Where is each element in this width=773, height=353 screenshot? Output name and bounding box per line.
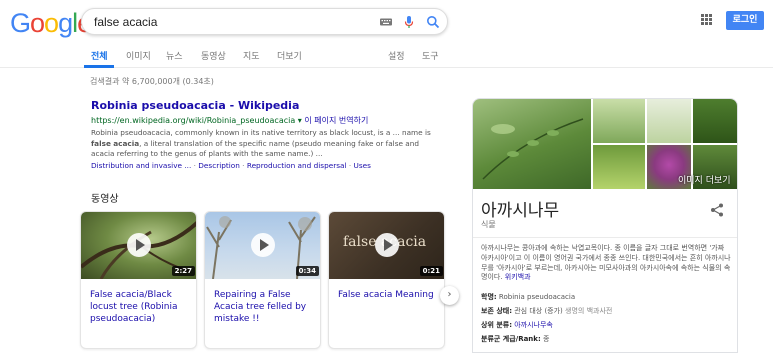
- video-card[interactable]: 0:34 Repairing a False Acacia tree felle…: [204, 211, 321, 349]
- fact-label: 보존 상태:: [481, 307, 512, 315]
- share-icon[interactable]: [709, 202, 725, 218]
- google-logo[interactable]: Google: [10, 8, 92, 39]
- video-thumbnail[interactable]: false acacia 0:21: [329, 212, 444, 279]
- video-card[interactable]: false acacia 0:21 False acacia Meaning: [328, 211, 445, 349]
- url-dropdown-icon[interactable]: ▾: [298, 116, 302, 125]
- tab-videos[interactable]: 동영상: [201, 49, 226, 62]
- result-url-text: https://en.wikipedia.org/wiki/Robinia_ps…: [91, 116, 296, 125]
- logo-letter: o: [30, 8, 45, 38]
- translate-page-link[interactable]: 이 페이지 번역하기: [304, 116, 368, 125]
- search-input[interactable]: false acacia: [94, 15, 157, 29]
- fact-label: 학명:: [481, 293, 497, 301]
- search-result: Robinia pseudoacacia - Wikipedia https:/…: [91, 98, 431, 170]
- apps-grid-icon[interactable]: [701, 14, 712, 25]
- sitelink[interactable]: Reproduction and dispersal: [247, 161, 347, 170]
- kp-description: 아까시나무는 콩아과에 속하는 낙엽교목이다. 종 이름을 글자 그대로 번역하…: [481, 244, 731, 283]
- sitelink-separator: ·: [242, 160, 245, 170]
- videos-heading: 동영상: [91, 194, 119, 205]
- logo-letter: g: [58, 8, 73, 38]
- kp-thumb-image[interactable]: [593, 145, 645, 189]
- fact-label: 분류군 계급/Rank:: [481, 335, 541, 343]
- login-button[interactable]: 로그인: [726, 11, 764, 30]
- more-images-link[interactable]: 이미지 더보기: [678, 173, 731, 186]
- fact-value: 종: [542, 335, 550, 343]
- result-snippet: Robinia pseudoacacia, commonly known in …: [91, 128, 431, 160]
- knowledge-panel: 이미지 더보기 아까시나무 식물 아까시나무는 콩아과에 속하는 낙엽교목이다.…: [472, 98, 738, 353]
- kp-thumb-image[interactable]: [693, 99, 737, 143]
- video-thumbnail[interactable]: 2:27: [81, 212, 196, 279]
- video-title[interactable]: False acacia/Black locust tree (Robinia …: [90, 289, 192, 325]
- top-bar: Google false acacia 로그인 전체 이미지 뉴스 동영상 지도…: [0, 0, 773, 68]
- play-icon[interactable]: [251, 233, 275, 257]
- search-tabs: 전체 이미지 뉴스 동영상 지도 더보기 설정 도구: [0, 44, 773, 68]
- acacia-leaves-image: [482, 118, 584, 180]
- active-tab-indicator: [84, 65, 114, 68]
- microphone-icon[interactable]: [402, 15, 416, 29]
- sitelink[interactable]: Description: [198, 161, 240, 170]
- kp-fact-row: 상위 분류: 아까시나무속: [481, 320, 553, 330]
- video-card[interactable]: 2:27 False acacia/Black locust tree (Rob…: [80, 211, 197, 349]
- video-duration: 2:27: [171, 266, 195, 276]
- wikipedia-link[interactable]: 위키백과: [505, 273, 531, 281]
- result-url: https://en.wikipedia.org/wiki/Robinia_ps…: [91, 115, 431, 126]
- kp-fact-row: 학명: Robinia pseudoacacia: [481, 292, 575, 302]
- result-sitelinks: Distribution and invasive ... · Descript…: [91, 161, 431, 170]
- logo-letter: G: [10, 8, 31, 38]
- video-title[interactable]: False acacia Meaning: [338, 289, 440, 301]
- result-title-link[interactable]: Robinia pseudoacacia - Wikipedia: [91, 99, 299, 112]
- tab-settings[interactable]: 설정: [388, 49, 405, 62]
- search-box[interactable]: false acacia: [81, 8, 448, 35]
- play-icon[interactable]: [127, 233, 151, 257]
- kp-title: 아까시나무: [481, 201, 560, 221]
- tab-images[interactable]: 이미지: [126, 49, 151, 62]
- kp-thumb-image[interactable]: [593, 99, 645, 143]
- tab-maps[interactable]: 지도: [243, 49, 260, 62]
- search-icon[interactable]: [426, 15, 440, 29]
- tab-all[interactable]: 전체: [91, 49, 108, 62]
- video-title[interactable]: Repairing a False Acacia tree felled by …: [214, 289, 316, 325]
- kp-fact-row: 보존 상태: 관심 대상 (증가) 생명의 백과사전: [481, 306, 612, 316]
- snippet-text: , a literal translation of the specific …: [91, 138, 420, 159]
- sitelink[interactable]: Uses: [353, 161, 370, 170]
- video-duration: 0:21: [419, 266, 443, 276]
- kp-subtitle: 식물: [481, 220, 496, 229]
- fact-value: 관심 대상 (증가): [514, 307, 563, 315]
- fact-label: 상위 분류:: [481, 321, 512, 329]
- logo-letter: o: [44, 8, 59, 38]
- fact-value-link[interactable]: 아까시나무속: [514, 321, 553, 329]
- snippet-bold: false: [91, 138, 111, 148]
- video-thumbnail[interactable]: 0:34: [205, 212, 320, 279]
- fact-value: Robinia pseudoacacia: [498, 293, 576, 301]
- sitelink-separator: ·: [348, 160, 352, 170]
- next-videos-button[interactable]: ›: [440, 286, 459, 305]
- play-icon[interactable]: [375, 233, 399, 257]
- tab-news[interactable]: 뉴스: [166, 49, 183, 62]
- divider: [473, 237, 737, 238]
- fact-source: 생명의 백과사전: [562, 307, 613, 315]
- video-duration: 0:34: [295, 266, 319, 276]
- snippet-text: Robinia pseudoacacia, commonly known in …: [91, 128, 431, 137]
- result-stats: 검색결과 약 6,700,000개 (0.34초): [90, 77, 214, 86]
- snippet-bold: acacia: [113, 138, 140, 148]
- keyboard-icon[interactable]: [379, 15, 393, 29]
- sitelink[interactable]: Distribution and invasive ...: [91, 161, 191, 170]
- tab-more[interactable]: 더보기: [277, 49, 302, 62]
- kp-thumb-image[interactable]: [647, 99, 691, 143]
- tab-tools[interactable]: 도구: [422, 49, 439, 62]
- kp-main-image[interactable]: [473, 99, 591, 189]
- sitelink-separator: ·: [193, 160, 196, 170]
- kp-fact-row: 분류군 계급/Rank: 종: [481, 334, 549, 344]
